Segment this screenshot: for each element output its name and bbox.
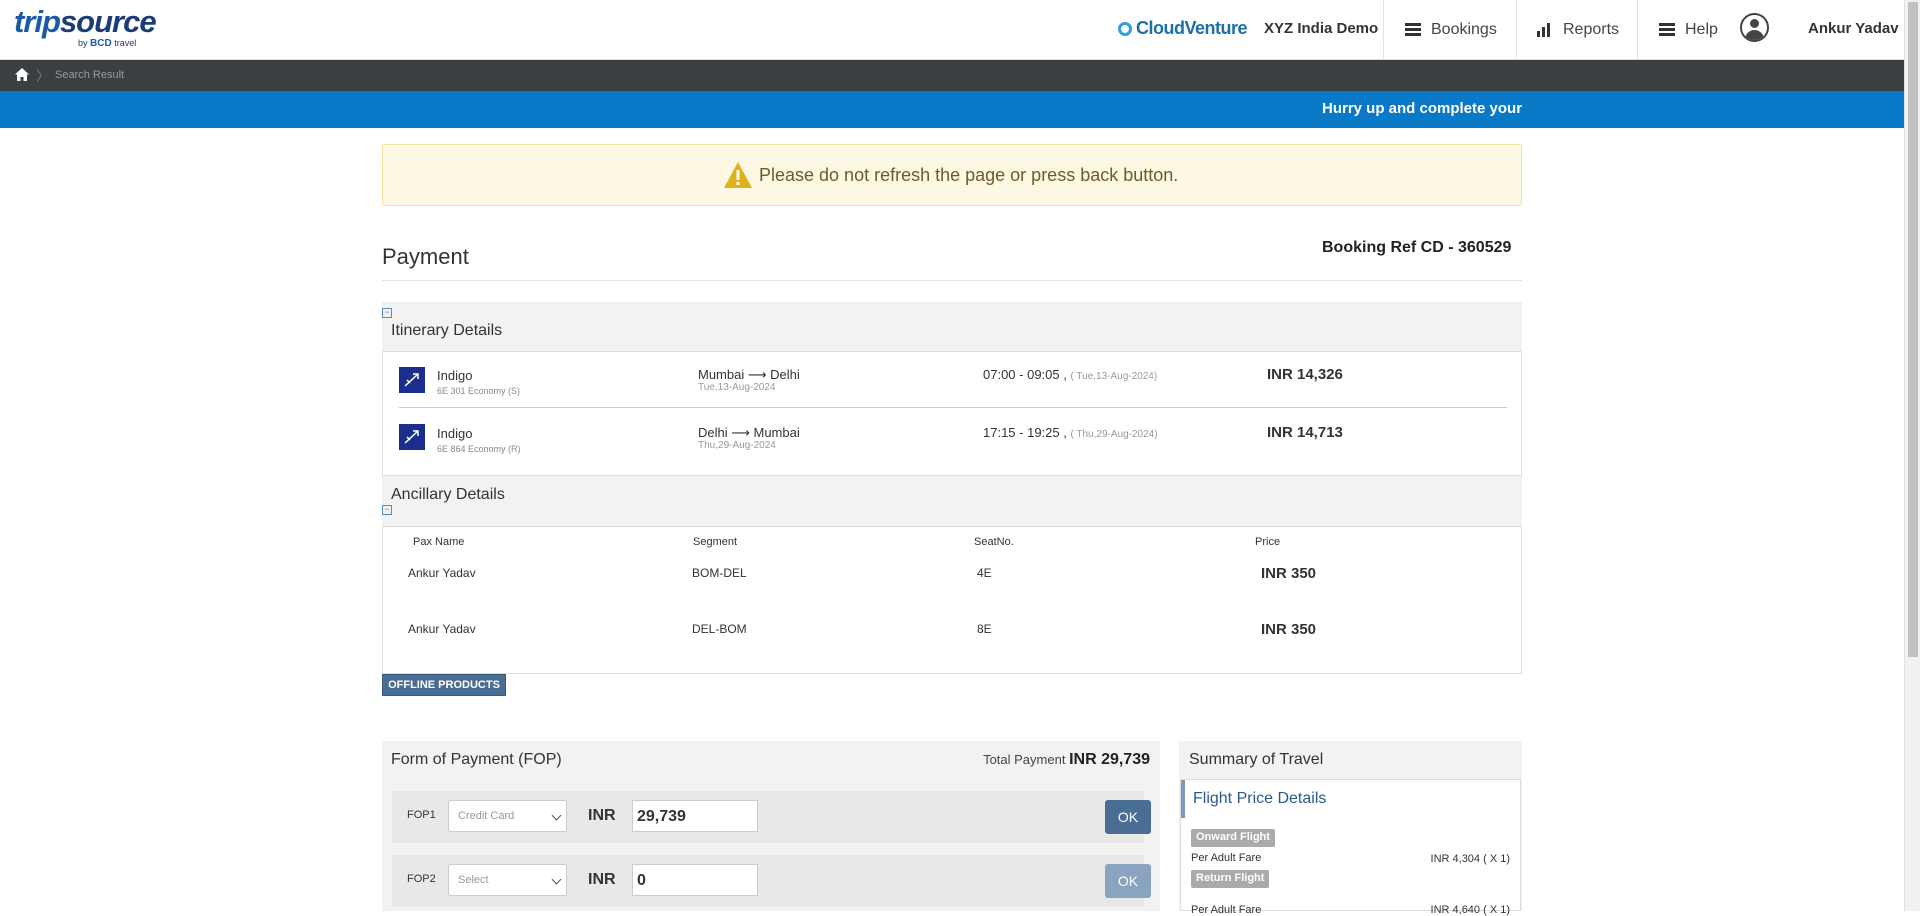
onward-fare: INR 4,304 ( X 1) [1430, 853, 1510, 865]
warning-alert: Please do not refresh the page or press … [382, 144, 1522, 206]
user-name[interactable]: Ankur Yadav [1808, 20, 1899, 37]
top-header: tripsource by BCD travel CloudVenture XY… [0, 0, 1904, 60]
itinerary-title: Itinerary Details [391, 322, 503, 339]
pax-name: Ankur Yadav [408, 566, 476, 580]
summary-title: Summary of Travel [1189, 751, 1324, 768]
breadcrumb-current: Search Result [55, 69, 125, 81]
warning-text: Please do not refresh the page or press … [759, 164, 1179, 185]
flight-price: INR 14,326 [1267, 366, 1343, 383]
flight-code: 6E 864 Economy (R) [437, 444, 521, 454]
ok-button[interactable]: OK [1105, 800, 1151, 834]
collapse-icon[interactable]: − [382, 308, 392, 318]
flight-route: Delhi ⟶ Mumbai [698, 425, 800, 440]
amount-input[interactable]: 29,739 [632, 800, 758, 832]
payment-method-select[interactable]: Credit Card [448, 800, 567, 832]
scrollbar-thumb[interactable] [1908, 2, 1918, 657]
return-flight-tag: Return Flight [1191, 870, 1270, 888]
cloudventure-logo: CloudVenture [1118, 18, 1248, 39]
seat-no: 8E [977, 622, 992, 636]
flight-date: Thu,29-Aug-2024 [698, 440, 776, 451]
flight-times: 07:00 - 09:05 , ( Tue,13-Aug-2024) [983, 367, 1158, 382]
segment: DEL-BOM [692, 622, 747, 636]
bar-chart-icon [1537, 23, 1553, 37]
tripsource-logo[interactable]: tripsource by BCD travel [14, 6, 157, 50]
column-header: SeatNo. [974, 536, 1014, 548]
return-fare: INR 4,640 ( X 1) [1430, 904, 1510, 916]
user-avatar-icon[interactable] [1740, 13, 1769, 42]
form-of-payment-panel: Form of Payment (FOP) Total Payment INR … [382, 741, 1160, 911]
booking-ref: Booking Ref CD - 360529 [1322, 239, 1512, 256]
chevron-down-icon [551, 874, 562, 885]
flight-price-details[interactable]: Flight Price Details [1181, 780, 1520, 818]
breadcrumb-separator: 〉 [36, 68, 50, 84]
column-header: Segment [693, 536, 738, 548]
fop-label: FOP2 [407, 873, 436, 885]
fop-label: FOP1 [407, 809, 436, 821]
divider [382, 280, 1522, 281]
flight-row: Indigo 6E 301 Economy (S) Mumbai ⟶ Delhi… [399, 352, 1507, 408]
warning-icon [724, 162, 752, 188]
flight-route: Mumbai ⟶ Delhi [698, 367, 800, 382]
onward-flight-tag: Onward Flight [1191, 829, 1275, 847]
cloudventure-icon [1118, 21, 1132, 36]
itinerary-details: Indigo 6E 301 Economy (S) Mumbai ⟶ Delhi… [382, 351, 1522, 476]
seat-no: 4E [977, 566, 992, 580]
banner-text: Hurry up and complete your booking [1322, 100, 1522, 117]
flight-times: 17:15 - 19:25 , ( Thu,29-Aug-2024) [983, 425, 1158, 440]
segment: BOM-DEL [692, 566, 747, 580]
currency-label: INR [588, 807, 616, 824]
per-adult-label: Per Adult Fare [1191, 852, 1262, 864]
fop-row: FOP2 Select INR 0 OK [392, 855, 1151, 907]
flight-date: Tue,13-Aug-2024 [698, 382, 776, 393]
home-icon[interactable] [15, 68, 29, 81]
nav-bookings[interactable]: Bookings [1383, 0, 1516, 60]
itinerary-header: − Itinerary Details [382, 302, 1522, 351]
airline-name: Indigo [437, 426, 473, 441]
breadcrumb: 〉 Search Result [0, 60, 1904, 91]
payment-method-select[interactable]: Select [448, 864, 567, 896]
menu-icon [1659, 23, 1675, 37]
menu-icon [1405, 23, 1421, 37]
flight-row: Indigo 6E 864 Economy (R) Delhi ⟶ Mumbai… [399, 409, 1507, 465]
chevron-down-icon [551, 810, 562, 821]
org-name: XYZ India Demo [1264, 20, 1379, 37]
flight-price: INR 14,713 [1267, 424, 1343, 441]
ancillary-title: Ancillary Details [391, 486, 505, 503]
column-header: Price [1255, 536, 1281, 548]
marquee-banner: Hurry up and complete your booking [0, 91, 1904, 128]
flight-code: 6E 301 Economy (S) [437, 386, 521, 396]
airline-name: Indigo [437, 368, 473, 383]
column-header: Pax Name [413, 536, 465, 548]
airline-logo-icon [399, 424, 425, 450]
offline-products-button[interactable]: OFFLINE PRODUCTS [382, 674, 506, 696]
currency-label: INR [588, 871, 616, 888]
airline-logo-icon [399, 367, 425, 393]
collapse-icon[interactable]: − [382, 505, 392, 515]
nav-help[interactable]: Help [1637, 0, 1731, 60]
fop-title: Form of Payment (FOP) [391, 751, 562, 768]
ancillary-price: INR 350 [1261, 565, 1317, 582]
pax-name: Ankur Yadav [408, 622, 476, 636]
ancillary-table: Pax Name Segment SeatNo. Price Ankur Yad… [382, 526, 1522, 674]
per-adult-label: Per Adult Fare [1191, 904, 1262, 916]
page-scrollbar[interactable] [1904, 0, 1920, 911]
page-title: Payment [382, 244, 469, 269]
summary-of-travel: Summary of Travel Flight Price Details O… [1179, 741, 1522, 916]
total-payment: Total Payment INR 29,739 [983, 751, 1150, 768]
ok-button[interactable]: OK [1105, 864, 1151, 898]
ancillary-header: Ancillary Details − [382, 476, 1522, 526]
ancillary-price: INR 350 [1261, 621, 1317, 638]
amount-input[interactable]: 0 [632, 864, 758, 896]
fop-row: FOP1 Credit Card INR 29,739 OK [392, 791, 1151, 843]
nav-reports[interactable]: Reports [1516, 0, 1637, 60]
